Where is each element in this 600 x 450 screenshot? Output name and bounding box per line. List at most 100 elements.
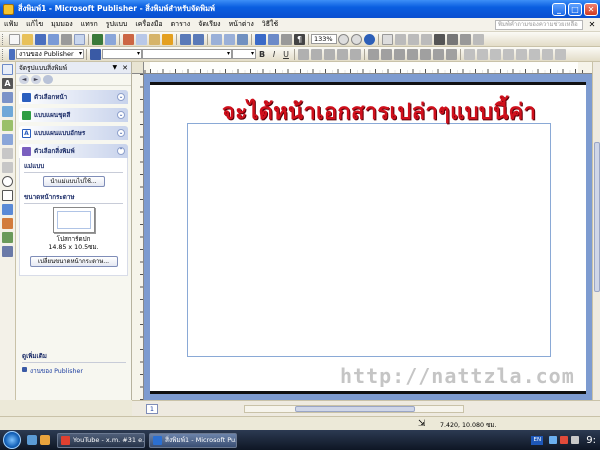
menu-window[interactable]: หน้าต่าง xyxy=(225,19,258,30)
vertical-ruler[interactable] xyxy=(132,74,144,400)
task-pane-title[interactable]: จัดรูปแบบสิ่งพิมพ์ xyxy=(19,63,113,73)
home-icon[interactable] xyxy=(43,75,53,84)
section-font-scheme[interactable]: A แบบแผนแบบอักษร ⌄ xyxy=(19,126,128,140)
rectangle-icon[interactable] xyxy=(2,190,13,201)
ruler-corner[interactable] xyxy=(132,62,144,74)
task-pane-menu-icon[interactable]: ▼ xyxy=(113,64,118,71)
change-paper-size-button[interactable]: เปลี่ยนขนาดหน้ากระดาษ... xyxy=(29,256,118,267)
fill-color-icon[interactable] xyxy=(464,48,475,60)
publisher-tasks-link[interactable]: งานของ Publisher xyxy=(30,366,83,376)
columns-icon[interactable] xyxy=(255,33,266,45)
font-color-icon[interactable] xyxy=(90,48,101,60)
numbering-icon[interactable] xyxy=(381,48,392,60)
zoom-in-icon[interactable] xyxy=(351,33,362,45)
redo-icon[interactable] xyxy=(193,33,204,45)
rotate-icon[interactable] xyxy=(237,33,248,45)
security-icon[interactable] xyxy=(560,436,569,444)
start-button[interactable] xyxy=(3,431,21,449)
network-icon[interactable] xyxy=(549,436,558,444)
quick-launch-ie-icon[interactable] xyxy=(27,435,37,445)
research-icon[interactable] xyxy=(105,33,116,45)
horizontal-scroll-thumb[interactable] xyxy=(295,406,415,412)
oval-icon[interactable] xyxy=(2,176,13,187)
align-left-icon[interactable] xyxy=(298,48,309,60)
style-dropdown[interactable]: งานของ Publisher xyxy=(16,49,84,59)
toolbar-grip[interactable] xyxy=(2,33,5,45)
arrow-style-icon[interactable] xyxy=(460,33,471,45)
select-pointer-icon[interactable] xyxy=(2,64,13,75)
align-center-icon[interactable] xyxy=(311,48,322,60)
maximize-button[interactable]: □ xyxy=(568,2,582,16)
zoom-out-icon[interactable] xyxy=(338,33,349,45)
line-spacing-icon[interactable] xyxy=(368,48,379,60)
save-icon[interactable] xyxy=(35,33,46,45)
menu-help[interactable]: วิธีใช้ xyxy=(258,19,282,30)
document-close-button[interactable]: ✕ xyxy=(587,20,597,29)
chevron-down-icon[interactable]: ⌄ xyxy=(117,111,125,119)
insert-hyperlink-icon[interactable] xyxy=(268,33,279,45)
language-indicator[interactable]: EN xyxy=(531,435,544,445)
publication-page[interactable]: จะได้หน้าเอกสารเปล่าๆแบบนี้ค่า xyxy=(150,82,586,394)
menu-edit[interactable]: แก้ไข xyxy=(22,19,47,30)
help-question-input[interactable]: พิมพ์คำถามของความช่วยเหลือ xyxy=(495,19,583,30)
picture-icon[interactable] xyxy=(2,120,13,131)
toolbar-grip[interactable] xyxy=(2,48,5,60)
chevron-down-icon[interactable]: ⌄ xyxy=(117,93,125,101)
vertical-scrollbar[interactable] xyxy=(592,62,600,400)
menu-arrange[interactable]: จัดเรียง xyxy=(194,19,224,30)
open-folder-icon[interactable] xyxy=(22,33,33,45)
print-icon[interactable] xyxy=(61,33,72,45)
3d-style-icon[interactable] xyxy=(555,48,566,60)
increase-indent-icon[interactable] xyxy=(420,48,431,60)
align-right-icon[interactable] xyxy=(324,48,335,60)
insert-table-icon[interactable] xyxy=(2,92,13,103)
paste-icon[interactable] xyxy=(149,33,160,45)
undo-icon[interactable] xyxy=(180,33,191,45)
distribute-icon[interactable] xyxy=(350,48,361,60)
vertical-scroll-thumb[interactable] xyxy=(594,142,600,292)
send-backward-icon[interactable] xyxy=(224,33,235,45)
line-icon[interactable] xyxy=(2,148,13,159)
workspace[interactable]: จะได้หน้าเอกสารเปล่าๆแบบนี้ค่า http://na… xyxy=(144,74,592,400)
styles-icon[interactable] xyxy=(9,48,15,60)
menu-table[interactable]: ตาราง xyxy=(167,19,195,30)
clock[interactable]: 9: xyxy=(586,435,596,446)
cut-icon[interactable] xyxy=(123,33,134,45)
quick-launch-folder-icon[interactable] xyxy=(40,435,50,445)
email-icon[interactable] xyxy=(48,33,59,45)
minimize-button[interactable]: _ xyxy=(552,2,566,16)
dash-style-icon[interactable] xyxy=(447,33,458,45)
line-style-icon[interactable] xyxy=(503,48,514,60)
help-icon[interactable] xyxy=(364,33,375,45)
task-pane-close-button[interactable]: ✕ xyxy=(122,64,128,72)
bring-forward-icon[interactable] xyxy=(211,33,222,45)
business-info-icon[interactable] xyxy=(2,246,13,257)
font-family-dropdown[interactable] xyxy=(142,49,232,59)
shadow-style-icon[interactable] xyxy=(542,48,553,60)
autoshapes-icon[interactable] xyxy=(2,204,13,215)
menu-file[interactable]: แฟ้ม xyxy=(0,19,22,30)
font-size-up-icon[interactable] xyxy=(446,48,457,60)
taskbar-publisher[interactable]: สิ่งพิมพ์1 - Microsoft Pu... xyxy=(149,432,237,448)
shadow-style-icon[interactable] xyxy=(473,33,484,45)
volume-icon[interactable] xyxy=(571,436,580,444)
arrow-icon[interactable] xyxy=(2,162,13,173)
special-characters-icon[interactable] xyxy=(281,33,292,45)
wordart-icon[interactable] xyxy=(2,106,13,117)
close-button[interactable]: ✕ xyxy=(584,2,598,16)
chevron-down-icon[interactable]: ⌄ xyxy=(117,129,125,137)
font-size-down-icon[interactable] xyxy=(433,48,444,60)
font-size-dropdown[interactable] xyxy=(232,49,256,59)
italic-button[interactable]: I xyxy=(269,49,279,60)
horizontal-scrollbar[interactable] xyxy=(244,405,464,413)
pilcrow-icon[interactable]: ¶ xyxy=(294,33,305,45)
print-preview-icon[interactable] xyxy=(74,33,85,45)
toolbar-options-icon[interactable] xyxy=(382,33,393,45)
paper-size-preview[interactable] xyxy=(52,207,95,233)
text-color-icon[interactable] xyxy=(490,48,501,60)
menu-format[interactable]: รูปแบบ xyxy=(102,19,132,30)
section-page-options[interactable]: ตัวเลือกหน้า ⌄ xyxy=(19,90,128,104)
page-sorter-tab[interactable]: 1 xyxy=(146,404,158,414)
line-style-icon[interactable] xyxy=(434,33,445,45)
arrow-style-icon[interactable] xyxy=(529,48,540,60)
